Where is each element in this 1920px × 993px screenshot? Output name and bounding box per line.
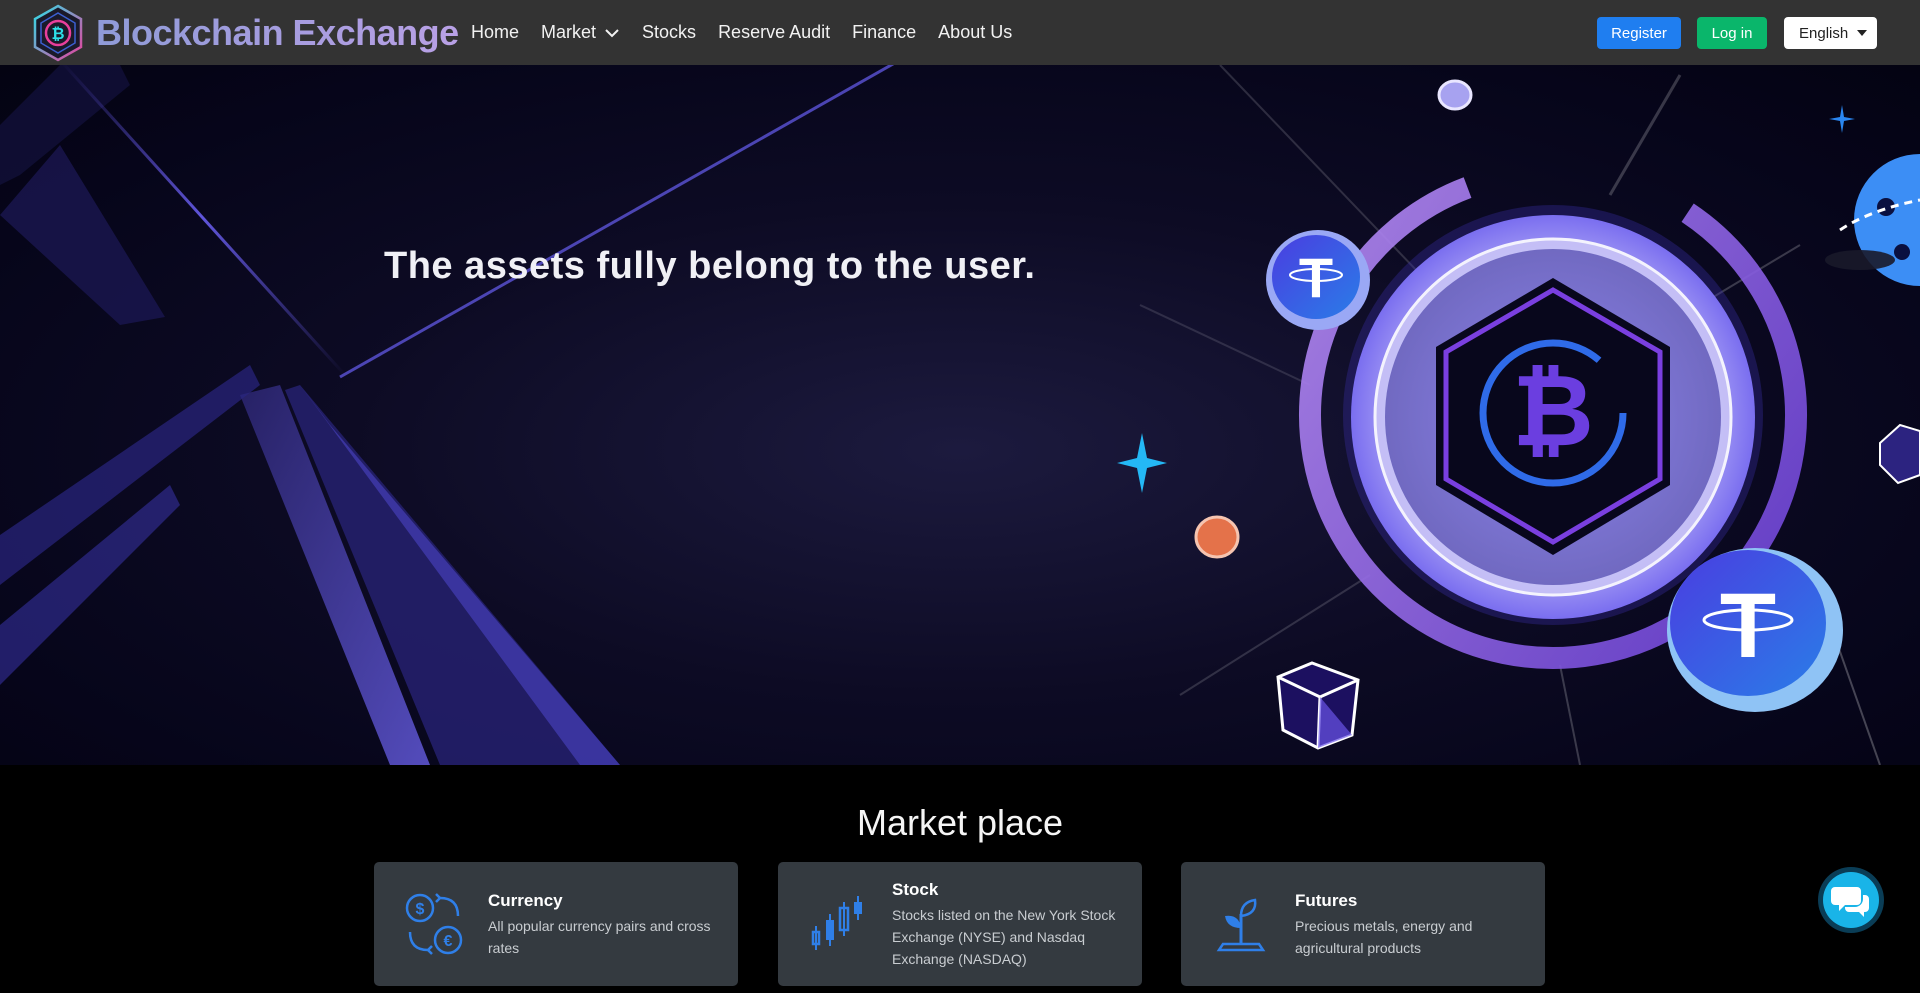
card-title: Futures [1295,891,1358,910]
nav-finance[interactable]: Finance [852,22,916,43]
card-description: All popular currency pairs and cross rat… [488,918,711,956]
card-description: Stocks listed on the New York Stock Exch… [892,907,1116,967]
nav-market[interactable]: Market [541,22,620,43]
nav-market-label: Market [541,22,597,42]
bitcoin-hexagon-icon: ₿ [33,4,83,62]
card-title: Stock [892,880,939,899]
brand[interactable]: ₿ Blockchain Exchange [32,4,459,62]
market-heading: Market place [856,802,1064,843]
chat-button[interactable] [1818,867,1884,933]
chevron-down-icon [605,28,619,37]
market-card-futures[interactable]: Futures Precious metals, energy and agri… [1181,862,1545,986]
card-title: Currency [488,891,563,910]
svg-text:T: T [1299,246,1333,309]
caret-down-icon [1857,30,1868,36]
top-navbar: ₿ Blockchain Exchange Home Market Stocks… [0,0,1920,65]
language-label: English [1799,24,1849,42]
main-nav: Home Market Stocks Reserve Audit Finance… [471,0,1034,65]
chat-bubbles-icon [1831,887,1869,917]
language-select[interactable]: English [1784,17,1877,49]
chat-button-inner [1823,872,1879,928]
market-card-currency[interactable]: $ € Currency All popular currency pairs … [374,862,738,986]
candlestick-chart-icon [811,896,862,950]
brand-title: Blockchain Exchange [96,12,459,53]
svg-text:₿: ₿ [51,25,64,43]
card-description: Precious metals, energy and agricultural… [1295,918,1473,956]
market-section: Market place $ € Currency All popular cu… [0,765,1920,993]
market-card-stock[interactable]: Stock Stocks listed on the New York Stoc… [778,862,1142,986]
svg-text:$: $ [416,901,425,918]
currency-exchange-icon: $ € [405,893,463,955]
nav-home[interactable]: Home [471,22,519,43]
nav-about-us[interactable]: About Us [938,22,1012,43]
svg-text:T: T [1720,575,1776,677]
hero-illustration: ₿ T T [0,65,1920,765]
plant-growth-icon [1216,898,1266,952]
svg-text:€: € [444,933,453,950]
hero-headline: The assets fully belong to the user. [384,245,1036,287]
hero-banner: ₿ T T The assets fully belong to the use… [0,65,1920,765]
nav-reserve-audit[interactable]: Reserve Audit [718,22,830,43]
login-button[interactable]: Log in [1697,17,1767,49]
nav-stocks[interactable]: Stocks [642,22,696,43]
svg-text:₿: ₿ [1512,355,1594,467]
register-button[interactable]: Register [1597,17,1681,49]
